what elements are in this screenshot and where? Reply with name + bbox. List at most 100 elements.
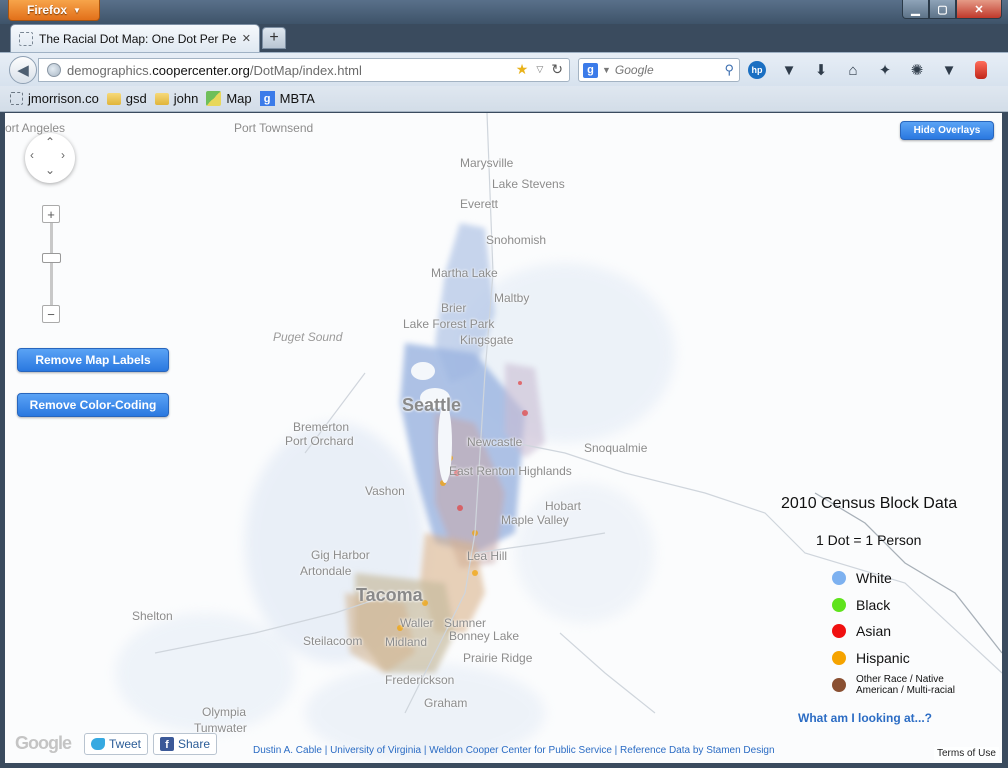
place-label-artondale: Artondale bbox=[300, 564, 352, 578]
place-label-midland: Midland bbox=[385, 635, 428, 649]
place-label-vashon: Vashon bbox=[365, 484, 405, 498]
place-label-bremerton: Bremerton bbox=[293, 420, 350, 434]
maps-icon bbox=[206, 91, 222, 106]
place-label-shelton: Shelton bbox=[132, 609, 173, 623]
place-label-lake-forest-park: Lake Forest Park bbox=[403, 317, 495, 331]
what-am-i-looking-at-link[interactable]: What am I looking at...? bbox=[798, 711, 932, 725]
addon-bug-icon[interactable]: ✺ bbox=[906, 59, 928, 81]
firefox-menu-button[interactable]: Firefox ▼ bbox=[8, 0, 100, 21]
bookmark-mbta[interactable]: g MBTA bbox=[259, 91, 315, 106]
url-bar[interactable]: demographics.coopercenter.org/DotMap/ind… bbox=[38, 58, 570, 82]
share-button[interactable]: f Share bbox=[153, 733, 218, 755]
extension-dropdown-icon[interactable]: ▼ bbox=[778, 59, 800, 81]
search-icon[interactable]: ⚲ bbox=[724, 62, 734, 78]
zoom-slider-handle[interactable] bbox=[42, 253, 61, 263]
legend-item-hispanic: Hispanic bbox=[832, 650, 910, 666]
pan-up-icon[interactable]: ⌃ bbox=[45, 135, 55, 149]
place-label-snohomish: Snohomish bbox=[486, 233, 547, 247]
legend-item-asian: Asian bbox=[832, 623, 891, 639]
place-label-maltby: Maltby bbox=[494, 291, 530, 305]
back-arrow-icon[interactable]: ◀ bbox=[9, 56, 37, 84]
browser-window: Firefox ▼ ▁ ▢ ✕ The Racial Dot Map: One … bbox=[0, 0, 1008, 768]
place-label-gig-harbor: Gig Harbor bbox=[311, 548, 370, 562]
google-search-engine-icon[interactable]: g bbox=[583, 62, 598, 78]
bookmark-map[interactable]: Map bbox=[206, 91, 252, 106]
place-label-kingsgate: Kingsgate bbox=[460, 333, 514, 347]
place-label-steilacoom: Steilacoom bbox=[303, 634, 363, 648]
google-logo: Google bbox=[15, 733, 72, 753]
remove-map-labels-button[interactable]: Remove Map Labels bbox=[17, 348, 169, 372]
title-bar: Firefox ▼ ▁ ▢ ✕ bbox=[0, 0, 1008, 24]
zoom-slider-track[interactable] bbox=[50, 223, 53, 313]
red-extension-icon[interactable] bbox=[970, 59, 992, 81]
search-bar[interactable]: g ▼ Google ⚲ bbox=[578, 58, 740, 82]
place-label-lake-stevens: Lake Stevens bbox=[492, 177, 565, 191]
search-input[interactable]: Google bbox=[615, 63, 721, 77]
place-label-bonney-lake: Bonney Lake bbox=[449, 629, 520, 643]
history-dropdown-icon[interactable]: ▽ bbox=[536, 64, 543, 75]
place-label-snoqualmie: Snoqualmie bbox=[584, 441, 648, 455]
home-icon[interactable]: ⌂ bbox=[842, 59, 864, 81]
legend-subtitle: 1 Dot = 1 Person bbox=[816, 532, 922, 548]
close-window-icon[interactable]: ✕ bbox=[956, 0, 1002, 19]
credits-links[interactable]: Dustin A. Cable | University of Virginia… bbox=[253, 745, 775, 756]
folder-icon bbox=[106, 92, 121, 105]
place-label-martha-lake: Martha Lake bbox=[431, 266, 498, 280]
zoom-in-icon[interactable]: + bbox=[42, 205, 60, 223]
tweet-button[interactable]: Tweet bbox=[84, 733, 149, 755]
hide-overlays-button[interactable]: Hide Overlays bbox=[900, 121, 994, 140]
window-controls: ▁ ▢ ✕ bbox=[902, 0, 1002, 19]
tab-title: The Racial Dot Map: One Dot Per Person..… bbox=[39, 31, 236, 46]
bookmarks-menu-icon[interactable]: ✦ bbox=[874, 59, 896, 81]
bookmarks-toolbar: jmorrison.co gsd john Map g MBTA bbox=[0, 86, 1008, 112]
facebook-icon: f bbox=[160, 737, 174, 751]
remove-color-coding-button[interactable]: Remove Color-Coding bbox=[17, 393, 169, 417]
place-label-everett: Everett bbox=[460, 197, 499, 211]
bookmark-john[interactable]: john bbox=[154, 91, 198, 106]
url-text: demographics.coopercenter.org/DotMap/ind… bbox=[67, 62, 362, 78]
globe-icon bbox=[47, 63, 61, 77]
legend-item-black: Black bbox=[832, 597, 890, 613]
caret-down-icon: ▼ bbox=[73, 5, 81, 15]
bookmark-jmorrison[interactable]: jmorrison.co bbox=[10, 91, 99, 106]
firefox-menu-label: Firefox bbox=[27, 3, 68, 17]
hp-extension-icon[interactable]: hp bbox=[746, 59, 768, 81]
reload-icon[interactable]: ↻ bbox=[551, 61, 563, 78]
place-label-port-orchard: Port Orchard bbox=[285, 434, 354, 448]
pan-down-icon[interactable]: ⌄ bbox=[45, 163, 55, 177]
place-label-port-townsend: Port Townsend bbox=[234, 121, 314, 135]
terms-of-use-link[interactable]: Terms of Use bbox=[934, 747, 999, 760]
zoom-out-icon[interactable]: − bbox=[42, 305, 60, 323]
white-dot-icon bbox=[832, 571, 846, 585]
download-icon[interactable]: ⬇ bbox=[810, 59, 832, 81]
place-label-olympia: Olympia bbox=[202, 705, 247, 719]
other-race-dot-icon bbox=[832, 678, 846, 692]
tab-strip: The Racial Dot Map: One Dot Per Person..… bbox=[0, 24, 1008, 52]
map-viewport[interactable]: ort Angeles Port Townsend Marysville Lak… bbox=[5, 113, 1002, 763]
search-engine-dropdown-icon[interactable]: ▼ bbox=[602, 65, 611, 75]
tab-racial-dot-map[interactable]: The Racial Dot Map: One Dot Per Person..… bbox=[10, 24, 260, 52]
place-label-puget-sound: Puget Sound bbox=[273, 330, 343, 344]
close-tab-icon[interactable]: ✕ bbox=[242, 32, 251, 45]
place-label-sumner: Sumner bbox=[444, 616, 487, 630]
rural-population-haze bbox=[115, 263, 675, 763]
twitter-icon bbox=[91, 738, 105, 750]
bookmark-gsd[interactable]: gsd bbox=[106, 91, 147, 106]
blank-page-icon bbox=[19, 31, 33, 46]
place-label-brier: Brier bbox=[441, 301, 467, 315]
legend-title: 2010 Census Block Data bbox=[781, 495, 958, 512]
pan-control[interactable]: ⌃ ⌄ ‹ › bbox=[25, 133, 75, 183]
place-label-lea-hill: Lea Hill bbox=[467, 549, 508, 563]
minimize-icon[interactable]: ▁ bbox=[902, 0, 929, 19]
google-icon: g bbox=[259, 91, 275, 106]
bookmark-star-icon[interactable]: ★ bbox=[516, 61, 529, 78]
pan-left-icon[interactable]: ‹ bbox=[30, 148, 34, 162]
navigation-toolbar: ◀ demographics.coopercenter.org/DotMap/i… bbox=[0, 52, 1008, 86]
place-label-maple-valley: Maple Valley bbox=[501, 513, 569, 527]
asian-dot-icon bbox=[832, 624, 846, 638]
pan-right-icon[interactable]: › bbox=[61, 148, 65, 162]
place-label-waller: Waller bbox=[400, 616, 434, 630]
new-tab-button[interactable]: + bbox=[262, 27, 286, 49]
maximize-icon[interactable]: ▢ bbox=[929, 0, 956, 19]
addon-dropdown-icon[interactable]: ▼ bbox=[938, 59, 960, 81]
